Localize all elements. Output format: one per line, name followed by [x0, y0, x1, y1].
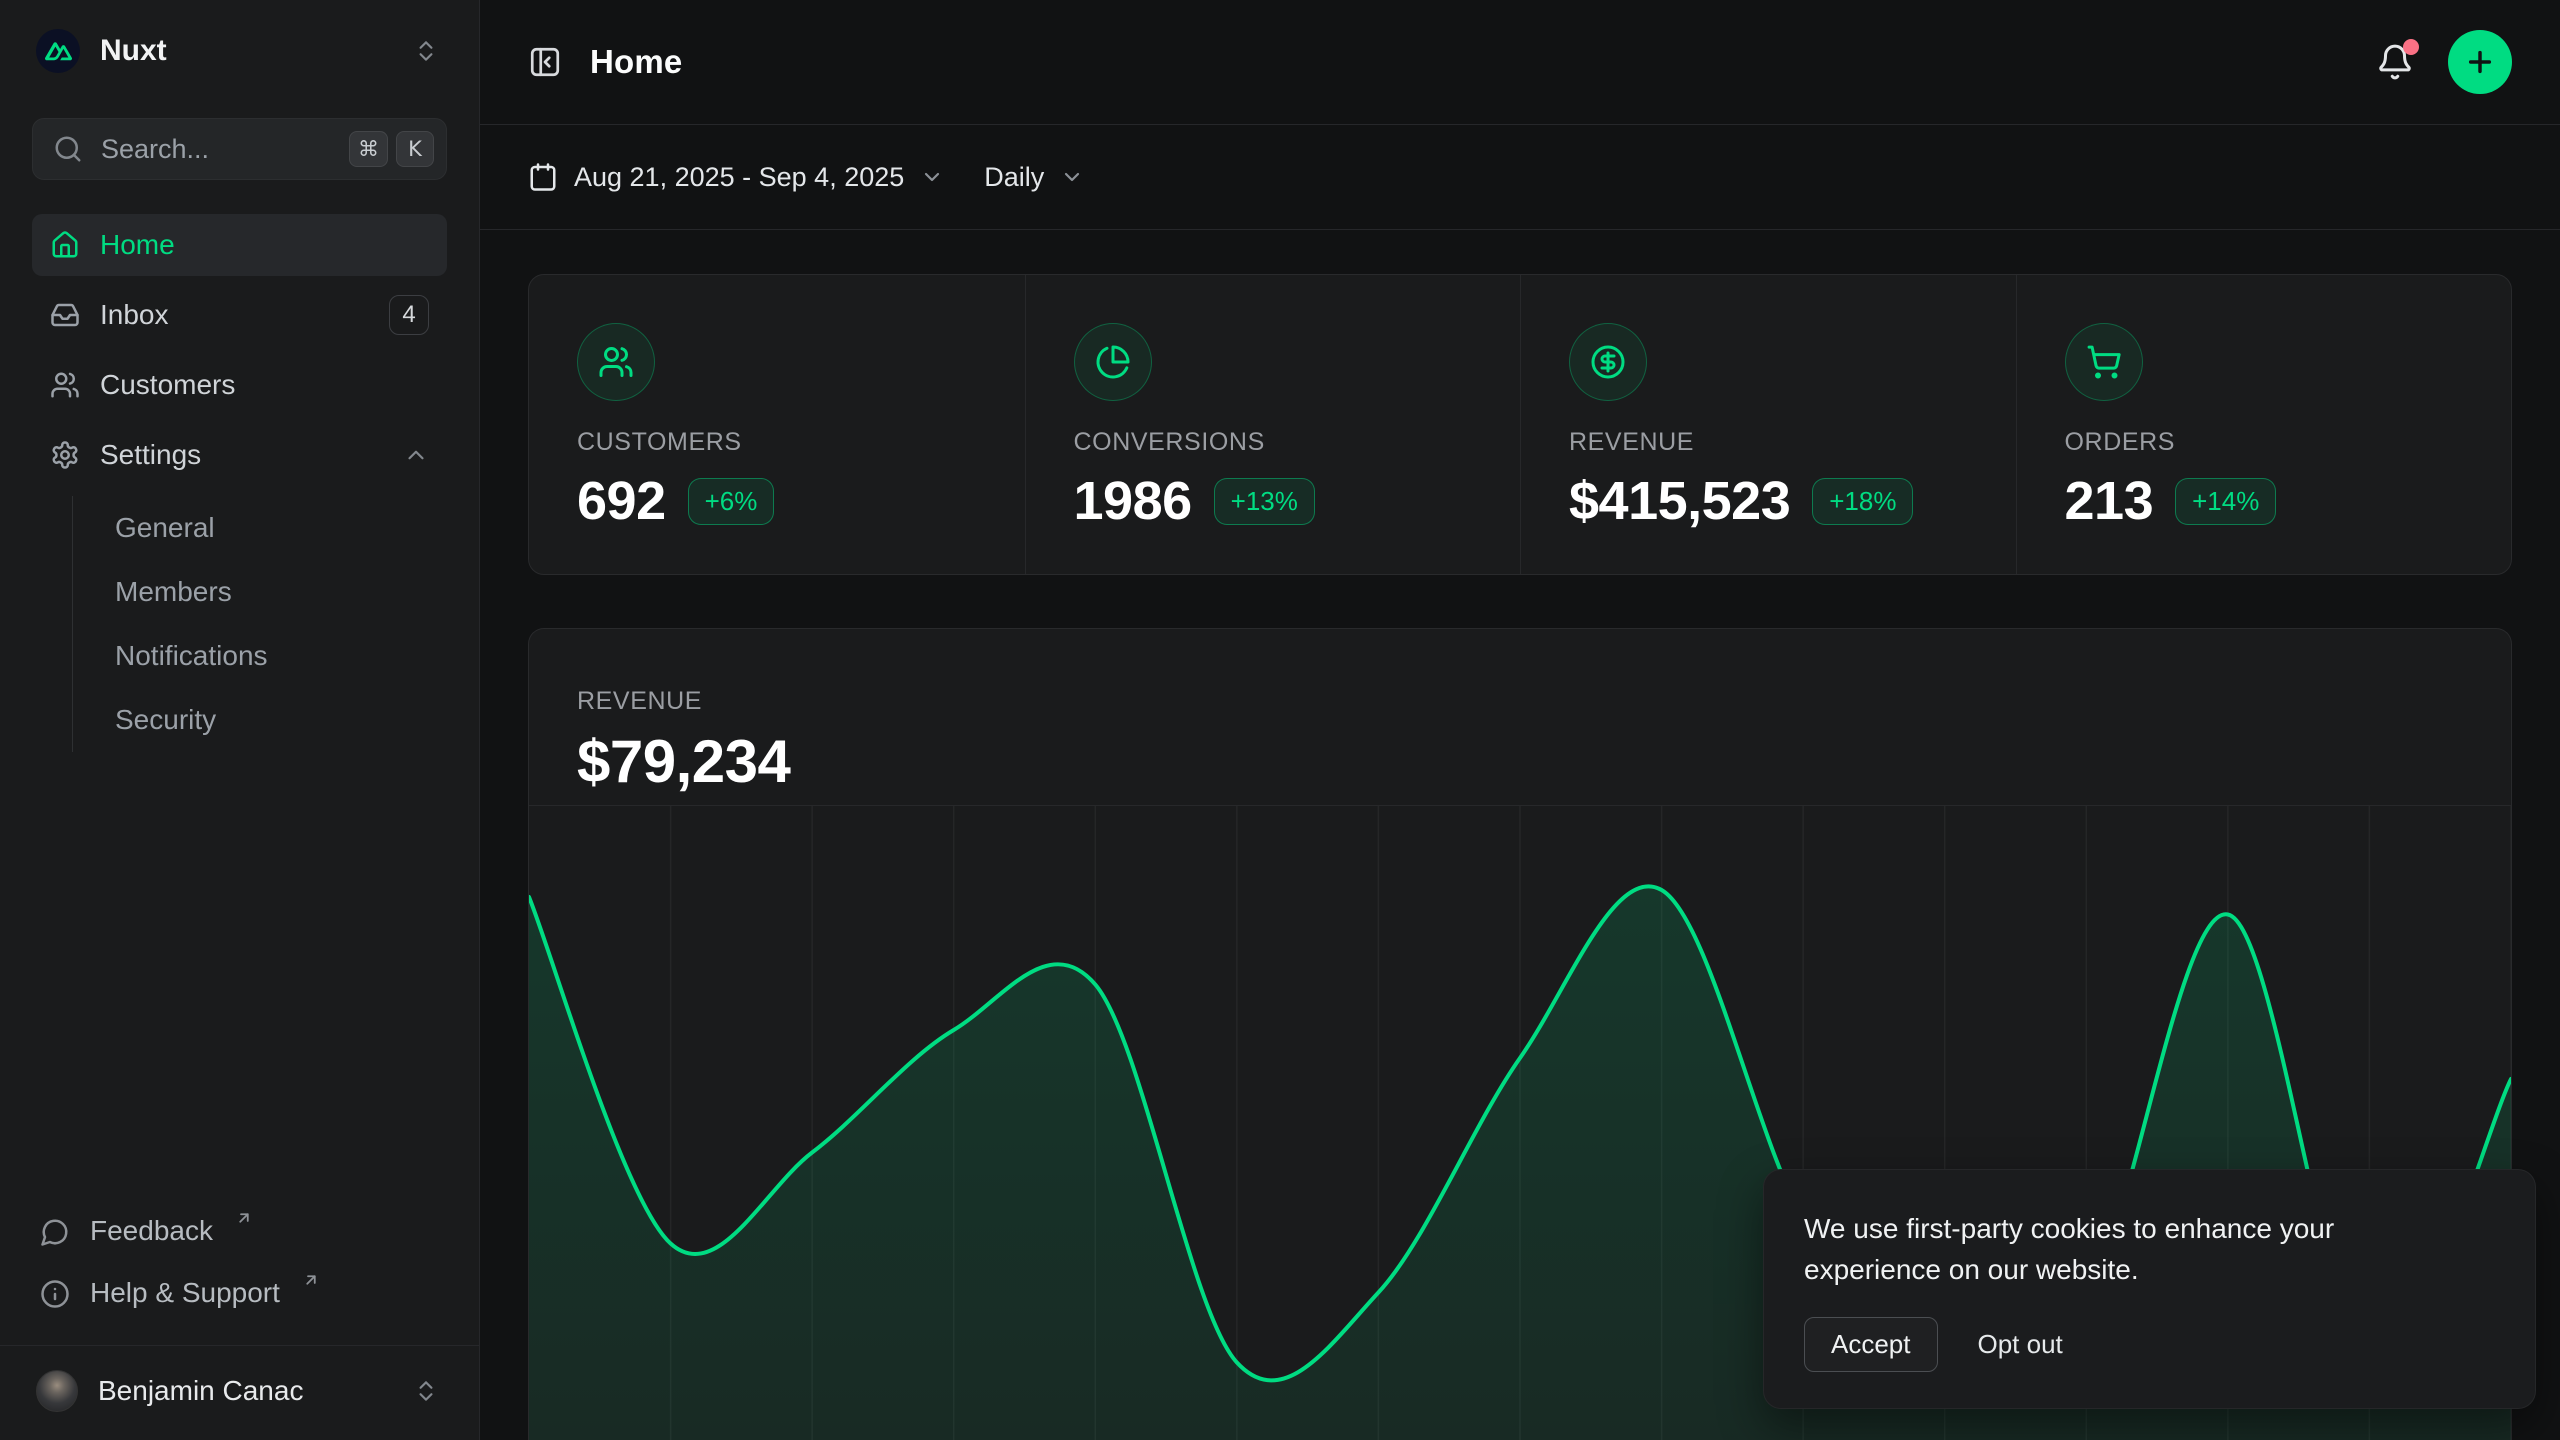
stat-value: 1986	[1074, 470, 1192, 532]
home-icon	[50, 230, 80, 260]
stats-card: CUSTOMERS 692 +6% CONVERSIONS 1986 +13%	[528, 274, 2512, 575]
message-circle-icon	[40, 1217, 70, 1247]
sidebar-item-customers[interactable]: Customers	[32, 354, 447, 416]
chevrons-up-down-icon	[413, 38, 439, 64]
top-actions	[2376, 30, 2512, 94]
stat-label: CONVERSIONS	[1074, 428, 1473, 457]
chevron-up-icon	[403, 442, 429, 468]
stat-delta-badge: +13%	[1214, 478, 1315, 525]
accept-button[interactable]: Accept	[1804, 1317, 1938, 1372]
sidebar-footer-links: Feedback Help & Support	[32, 1205, 447, 1329]
kbd-k: K	[396, 131, 434, 167]
feedback-label: Feedback	[90, 1215, 213, 1247]
user-avatar	[36, 1370, 78, 1412]
info-circle-icon	[40, 1279, 70, 1309]
feedback-link[interactable]: Feedback	[32, 1205, 447, 1267]
user-name: Benjamin Canac	[98, 1375, 393, 1407]
sidebar-collapse-button[interactable]	[528, 45, 562, 79]
sidebar-item-members[interactable]: Members	[105, 560, 447, 624]
opt-out-button[interactable]: Opt out	[1974, 1318, 2067, 1371]
search-placeholder: Search...	[101, 134, 331, 165]
circle-dollar-icon	[1569, 323, 1647, 401]
calendar-icon	[528, 162, 558, 192]
stat-delta-badge: +14%	[2175, 478, 2276, 525]
inbox-count-badge: 4	[389, 295, 429, 335]
date-range-button[interactable]: Aug 21, 2025 - Sep 4, 2025	[528, 162, 944, 193]
cookie-message: We use first-party cookies to enhance yo…	[1804, 1208, 2454, 1290]
sidebar-item-label: Home	[100, 229, 429, 261]
sidebar-item-settings[interactable]: Settings	[32, 424, 447, 486]
sidebar-item-inbox[interactable]: Inbox 4	[32, 284, 447, 346]
stat-value: 213	[2065, 470, 2154, 532]
external-link-icon	[235, 1209, 253, 1227]
main-panel: Home Aug 21, 2025 - Sep 4, 2025	[480, 0, 2560, 1440]
stat-orders: ORDERS 213 +14%	[2016, 275, 2512, 574]
users-icon	[577, 323, 655, 401]
granularity-select[interactable]: Daily	[984, 162, 1084, 193]
external-link-icon	[302, 1271, 320, 1289]
gear-icon	[50, 440, 80, 470]
stat-customers: CUSTOMERS 692 +6%	[529, 275, 1025, 574]
app-root: Nuxt Search... ⌘ K Home	[0, 0, 2560, 1440]
revenue-chart-label: REVENUE	[577, 687, 2463, 716]
search-shortcut: ⌘ K	[349, 131, 434, 167]
help-support-link[interactable]: Help & Support	[32, 1267, 447, 1329]
stat-delta-badge: +6%	[688, 478, 775, 525]
sidebar-item-label: Customers	[100, 369, 429, 401]
notification-dot	[2403, 39, 2419, 55]
revenue-chart-value: $79,234	[577, 727, 2463, 796]
notifications-button[interactable]	[2376, 43, 2414, 81]
stat-label: CUSTOMERS	[577, 428, 977, 457]
chevron-down-icon	[1060, 165, 1084, 189]
sidebar-item-notifications[interactable]: Notifications	[105, 624, 447, 688]
cookie-actions: Accept Opt out	[1804, 1317, 2495, 1372]
filter-bar: Aug 21, 2025 - Sep 4, 2025 Daily	[480, 125, 2560, 230]
add-button[interactable]	[2448, 30, 2512, 94]
sidebar-item-label: Inbox	[100, 299, 369, 331]
search-icon	[53, 134, 83, 164]
cookie-banner: We use first-party cookies to enhance yo…	[1763, 1169, 2536, 1409]
workspace-name: Nuxt	[100, 34, 393, 68]
stat-value: 692	[577, 470, 666, 532]
sidebar-item-label: Settings	[100, 439, 383, 471]
help-support-label: Help & Support	[90, 1277, 280, 1309]
chevrons-up-down-icon	[413, 1378, 439, 1404]
stat-revenue: REVENUE $415,523 +18%	[1520, 275, 2016, 574]
stat-label: ORDERS	[2065, 428, 2464, 457]
shopping-cart-icon	[2065, 323, 2143, 401]
page-title: Home	[590, 43, 683, 81]
sidebar-item-security[interactable]: Security	[105, 688, 447, 752]
top-bar: Home	[480, 0, 2560, 125]
sidebar-user-area: Benjamin Canac	[0, 1345, 479, 1440]
users-icon	[50, 370, 80, 400]
chevron-down-icon	[920, 165, 944, 189]
pie-chart-icon	[1074, 323, 1152, 401]
sidebar-spacer	[32, 752, 447, 1205]
settings-subnav: General Members Notifications Security	[72, 496, 447, 752]
inbox-icon	[50, 300, 80, 330]
sidebar-item-home[interactable]: Home	[32, 214, 447, 276]
user-menu-button[interactable]: Benjamin Canac	[32, 1364, 447, 1418]
kbd-cmd: ⌘	[349, 131, 388, 167]
date-range-label: Aug 21, 2025 - Sep 4, 2025	[574, 162, 904, 193]
stat-value: $415,523	[1569, 470, 1790, 532]
plus-icon	[2464, 46, 2496, 78]
granularity-label: Daily	[984, 162, 1044, 193]
workspace-switcher[interactable]: Nuxt	[32, 22, 447, 80]
sidebar-nav: Home Inbox 4 Customers Settings	[32, 214, 447, 752]
nuxt-logo-icon	[36, 29, 80, 73]
revenue-chart-header: REVENUE $79,234	[529, 629, 2511, 806]
sidebar-item-general[interactable]: General	[105, 496, 447, 560]
search-input[interactable]: Search... ⌘ K	[32, 118, 447, 180]
stat-label: REVENUE	[1569, 428, 1968, 457]
stat-conversions: CONVERSIONS 1986 +13%	[1025, 275, 1521, 574]
sidebar: Nuxt Search... ⌘ K Home	[0, 0, 480, 1440]
stat-delta-badge: +18%	[1812, 478, 1913, 525]
